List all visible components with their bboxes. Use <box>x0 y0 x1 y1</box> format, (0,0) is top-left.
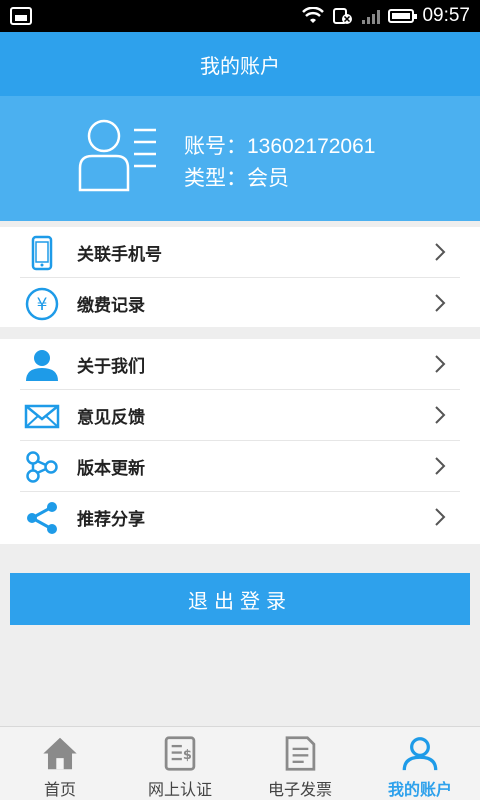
menu-item-label: 缴费记录 <box>77 296 145 316</box>
tab-label: 电子发票 <box>267 780 332 799</box>
avatar-icon <box>78 119 156 192</box>
tab-my-account[interactable]: 我的账户 <box>360 727 480 800</box>
menu-item-share[interactable]: 推荐分享 <box>0 492 480 543</box>
status-bar: 09:57 <box>0 0 480 32</box>
menu-item-payment-records[interactable]: ¥ 缴费记录 <box>0 278 480 329</box>
phone-icon <box>31 235 53 271</box>
clock: 09:57 <box>422 5 470 26</box>
chevron-right-icon <box>435 294 446 312</box>
tab-label: 我的账户 <box>387 780 452 799</box>
invoice-icon <box>285 736 316 771</box>
account-type: 类型：会员 <box>184 167 289 190</box>
bottom-tab-bar: 首页 $ 网上认证 电子发票 我的账户 <box>0 726 480 800</box>
menu-item-label: 推荐分享 <box>77 510 145 530</box>
screenshot-notification-icon <box>10 7 32 25</box>
menu-item-label: 关于我们 <box>77 357 145 377</box>
update-icon <box>26 451 58 483</box>
chevron-right-icon <box>435 457 446 475</box>
chevron-right-icon <box>435 406 446 424</box>
chevron-right-icon <box>435 355 446 373</box>
certification-icon: $ <box>164 736 196 771</box>
menu-item-link-phone[interactable]: 关联手机号 <box>0 227 480 278</box>
tab-home[interactable]: 首页 <box>0 727 120 800</box>
menu-item-label: 关联手机号 <box>77 245 162 265</box>
tab-online-certification[interactable]: $ 网上认证 <box>120 727 240 800</box>
person-icon <box>26 350 58 381</box>
account-icon <box>402 737 438 771</box>
page-title: 我的账户 <box>200 53 280 78</box>
signal-icon <box>362 8 381 24</box>
yen-icon: ¥ <box>25 287 59 321</box>
chevron-right-icon <box>435 508 446 526</box>
tab-label: 网上认证 <box>147 780 212 799</box>
profile-card: 账号：13602172061 类型：会员 <box>0 96 480 221</box>
svg-text:¥: ¥ <box>37 295 48 315</box>
svg-text:$: $ <box>183 748 192 763</box>
settings-group-1: 关联手机号 ¥ 缴费记录 <box>0 227 480 327</box>
account-info: 账号：13602172061 类型：会员 <box>184 131 375 195</box>
share-icon <box>27 502 57 534</box>
battery-icon <box>388 9 418 23</box>
menu-item-about-us[interactable]: 关于我们 <box>0 339 480 390</box>
title-bar: 我的账户 <box>0 32 480 96</box>
menu-item-version-update[interactable]: 版本更新 <box>0 441 480 492</box>
home-icon <box>43 737 77 770</box>
status-icons: 09:57 <box>302 5 470 27</box>
mail-icon <box>24 404 60 429</box>
wifi-icon <box>302 7 325 23</box>
tab-label: 首页 <box>43 780 76 799</box>
chevron-right-icon <box>435 243 446 261</box>
menu-item-label: 意见反馈 <box>77 408 145 428</box>
account-number: 账号：13602172061 <box>184 135 376 158</box>
menu-item-feedback[interactable]: 意见反馈 <box>0 390 480 441</box>
tab-electronic-invoice[interactable]: 电子发票 <box>240 727 360 800</box>
settings-group-2: 关于我们 意见反馈 版本更新 推荐分享 <box>0 339 480 544</box>
logout-button[interactable]: 退出登录 <box>10 573 470 625</box>
menu-item-label: 版本更新 <box>77 459 145 479</box>
sim-blocked-icon <box>333 8 353 24</box>
